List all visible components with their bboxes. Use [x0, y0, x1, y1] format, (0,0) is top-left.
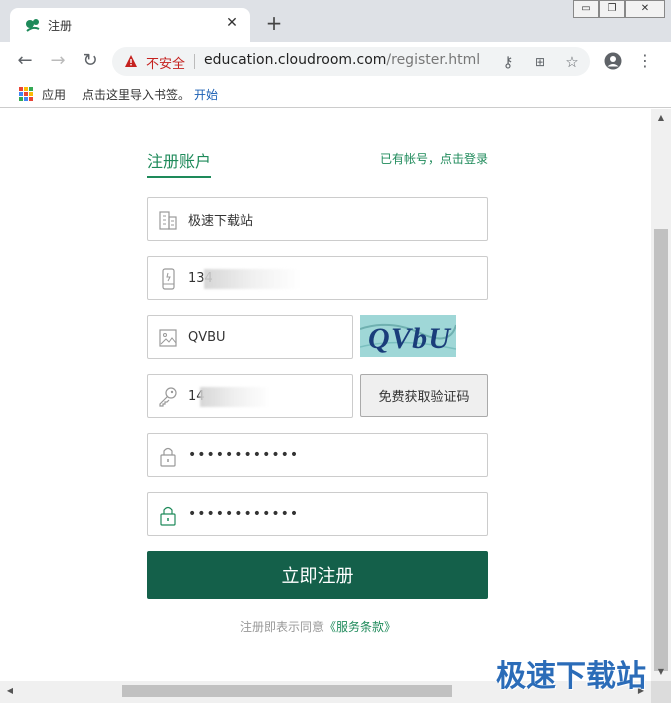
browser-tab[interactable]: 注册 ✕: [10, 8, 250, 42]
vertical-scrollbar[interactable]: ▲ ▼: [651, 109, 671, 681]
scroll-left-icon[interactable]: ◀: [0, 686, 20, 695]
company-input[interactable]: [188, 198, 477, 240]
back-arrow-icon[interactable]: ←: [14, 50, 36, 72]
account-icon[interactable]: [604, 52, 622, 70]
security-status[interactable]: 不安全: [146, 53, 185, 72]
browser-titlebar: 注册 ✕ + ▭ ❐ ✕: [0, 0, 671, 42]
login-link[interactable]: 已有帐号，点击登录: [380, 150, 488, 167]
url-path: /register.html: [386, 52, 481, 68]
apps-grid-icon[interactable]: [19, 87, 33, 101]
apps-label[interactable]: 应用: [42, 86, 66, 103]
get-sms-code-button[interactable]: 免费获取验证码: [360, 374, 488, 417]
lock-icon: [160, 447, 176, 467]
phone-icon: [162, 268, 175, 290]
captcha-image[interactable]: QVbU: [360, 315, 456, 357]
tab-close-icon[interactable]: ✕: [224, 15, 240, 31]
star-icon[interactable]: ☆: [563, 53, 581, 71]
reload-icon[interactable]: ↻: [79, 50, 101, 72]
restore-button[interactable]: ❐: [599, 0, 625, 18]
menu-kebab-icon[interactable]: ⋮: [634, 50, 656, 72]
sms-code-field[interactable]: [147, 374, 353, 418]
page-viewport: 注册账户 已有帐号，点击登录 QVbU: [0, 109, 651, 681]
start-link[interactable]: 开始: [194, 86, 218, 103]
key-icon[interactable]: ⚷: [499, 53, 517, 71]
url-host: education.cloudroom.com: [204, 52, 387, 68]
company-field[interactable]: [147, 197, 488, 241]
captcha-field[interactable]: [147, 315, 353, 359]
password-field[interactable]: [147, 433, 488, 477]
image-icon: [159, 329, 177, 347]
building-icon: [159, 211, 177, 230]
scrollbar-corner: [651, 681, 671, 703]
lock-green-icon: [160, 506, 176, 526]
site-favicon-icon: [26, 19, 40, 32]
address-bar[interactable]: 不安全 education.cloudroom.com/register.htm…: [112, 47, 590, 76]
forward-arrow-icon[interactable]: →: [47, 50, 69, 72]
browser-toolbar: ← → ↻ 不安全 education.cloudroom.com/regist…: [0, 42, 671, 80]
translate-icon[interactable]: ⊞: [531, 53, 549, 71]
captcha-input[interactable]: [188, 316, 342, 358]
omnibox-separator: [194, 54, 195, 69]
phone-field[interactable]: [147, 256, 488, 300]
scroll-down-icon[interactable]: ▼: [651, 667, 671, 676]
sms-redaction: [200, 387, 270, 407]
bookmarks-bar: 应用 点击这里导入书签。 开始: [0, 80, 671, 108]
phone-redaction: [204, 269, 300, 289]
scroll-up-icon[interactable]: ▲: [651, 113, 671, 122]
close-window-button[interactable]: ✕: [625, 0, 665, 18]
confirm-password-field[interactable]: [147, 492, 488, 536]
password-input[interactable]: [188, 434, 477, 476]
site-watermark: 极速下载站: [496, 659, 646, 694]
url-text[interactable]: education.cloudroom.com/register.html: [204, 52, 480, 68]
tab-title: 注册: [48, 19, 73, 33]
terms-link[interactable]: 《服务条款》: [324, 620, 396, 634]
minimize-button[interactable]: ▭: [573, 0, 599, 18]
confirm-password-input[interactable]: [188, 493, 477, 535]
import-bookmarks-text: 点击这里导入书签。: [82, 88, 191, 102]
new-tab-button[interactable]: +: [263, 13, 285, 33]
key-icon: [159, 387, 177, 407]
captcha-text: QVbU: [368, 322, 451, 355]
warning-icon: [125, 55, 137, 67]
register-button[interactable]: 立即注册: [147, 551, 488, 599]
vertical-scroll-thumb[interactable]: [654, 229, 668, 671]
horizontal-scroll-thumb[interactable]: [122, 685, 452, 697]
page-title: 注册账户: [147, 148, 212, 178]
agreement-text: 注册即表示同意《服务条款》: [240, 618, 396, 635]
agreement-prefix: 注册即表示同意: [240, 620, 325, 634]
